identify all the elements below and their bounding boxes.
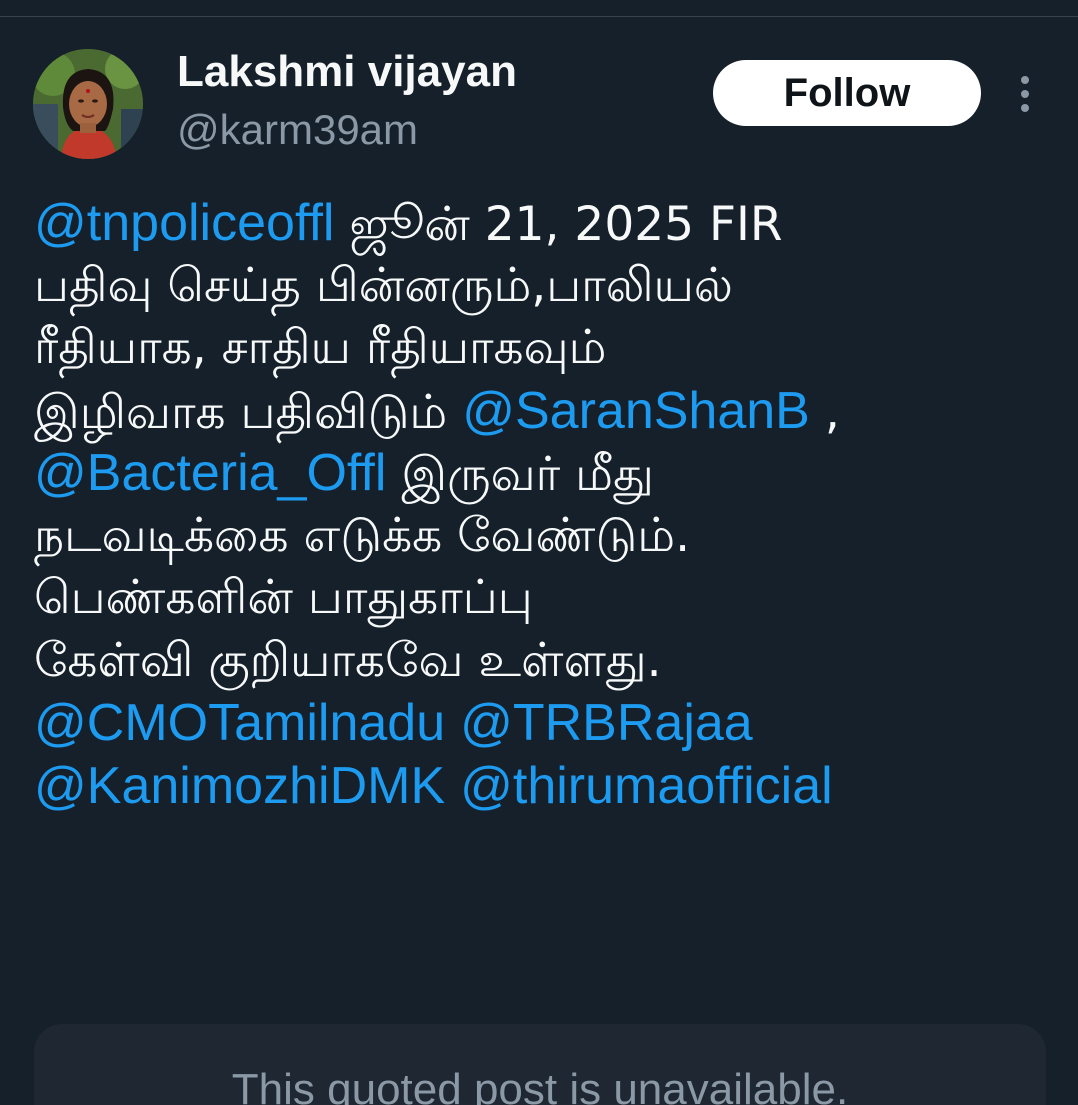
author-display-name[interactable]: Lakshmi vijayan — [177, 44, 517, 100]
tweet-text-segment: நடவடிக்கை எடுக்க வேண்டும். — [34, 507, 691, 563]
tweet-text-segment: ஜூன் 21, 2025 FIR — [334, 197, 783, 252]
tweet-line: @KanimozhiDMK @thirumaofficial — [34, 755, 1054, 818]
tweet-text-segment: ரீதியாக, சாதிய ரீதியாகவும் — [34, 320, 607, 375]
mention-link[interactable]: @TRBRajaa — [460, 694, 753, 752]
mention-link[interactable]: @thirumaofficial — [460, 757, 833, 815]
tweet-text-segment: , — [809, 384, 840, 440]
more-vertical-icon[interactable] — [1008, 72, 1042, 116]
mention-link[interactable]: @SaranShanB — [462, 382, 810, 440]
mention-link[interactable]: @KanimozhiDMK — [34, 757, 445, 815]
tweet-text-segment — [445, 760, 460, 815]
tweet-line: பதிவு செய்த பின்னரும்,பாலியல் — [34, 255, 1054, 318]
tweet-text-segment: பெண்களின் பாதுகாப்பு — [34, 570, 533, 625]
quoted-post-card[interactable]: This quoted post is unavailable. — [34, 1024, 1046, 1105]
tweet-text-segment — [445, 697, 460, 752]
profile-photo-icon — [33, 49, 143, 159]
tweet-line: நடவடிக்கை எடுக்க வேண்டும். — [34, 505, 1054, 568]
top-divider — [0, 16, 1078, 17]
tweet-line: @Bacteria_Offl இருவர் மீது — [34, 442, 1054, 505]
mention-link[interactable]: @CMOTamilnadu — [34, 694, 445, 752]
tweet-text-segment: இழிவாக பதிவிடும் — [34, 384, 463, 440]
author-handle[interactable]: @karm39am — [177, 102, 418, 158]
mention-link[interactable]: @Bacteria_Offl — [34, 444, 386, 502]
tweet-text: @tnpoliceoffl ஜூன் 21, 2025 FIR பதிவு செய… — [34, 192, 1054, 817]
tweet-line: பெண்களின் பாதுகாப்பு — [34, 567, 1054, 630]
tweet-text-segment: இருவர் மீது — [386, 447, 654, 502]
quoted-post-unavailable-text: This quoted post is unavailable. — [231, 1065, 849, 1105]
tweet-line: ரீதியாக, சாதிய ரீதியாகவும் — [34, 317, 1054, 380]
tweet-line: @tnpoliceoffl ஜூன் 21, 2025 FIR — [34, 192, 1054, 255]
author-avatar[interactable] — [33, 49, 143, 159]
mention-link[interactable]: @tnpoliceoffl — [34, 194, 334, 252]
tweet-text-segment: பதிவு செய்த பின்னரும்,பாலியல் — [34, 257, 733, 313]
tweet-text-segment: கேள்வி குறியாகவே உள்ளது. — [34, 632, 662, 688]
tweet-line: கேள்வி குறியாகவே உள்ளது. — [34, 630, 1054, 693]
follow-button[interactable]: Follow — [713, 60, 981, 126]
tweet-line: இழிவாக பதிவிடும் @SaranShanB , — [34, 380, 1054, 443]
tweet-line: @CMOTamilnadu @TRBRajaa — [34, 692, 1054, 755]
